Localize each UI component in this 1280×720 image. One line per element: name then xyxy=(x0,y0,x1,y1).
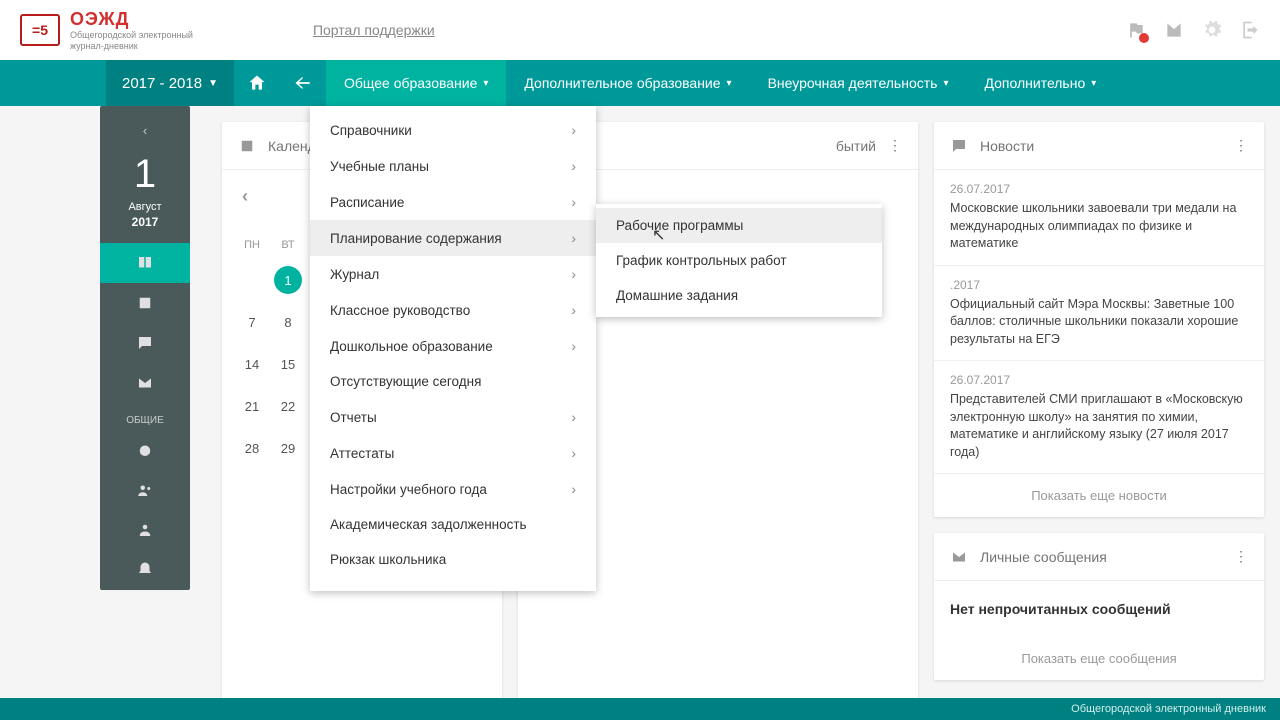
rail-tab-alarm[interactable] xyxy=(100,430,190,470)
dropdown-item[interactable]: Отсутствующие сегодня xyxy=(310,364,596,399)
rail-tab-calendar[interactable] xyxy=(100,283,190,323)
submenu-item[interactable]: График контрольных работ xyxy=(596,243,882,278)
dropdown-item[interactable]: Планирование содержания› xyxy=(310,220,596,256)
logo-title: ОЭЖД xyxy=(70,9,193,30)
cal-prev[interactable]: ‹ xyxy=(238,182,252,211)
support-portal-link[interactable]: Портал поддержки xyxy=(313,22,435,38)
rail-tab-mail[interactable] xyxy=(100,363,190,403)
submenu-item[interactable]: Рабочие программы xyxy=(596,208,882,243)
messages-more-icon[interactable]: ⋮ xyxy=(1234,548,1248,565)
alert-badge xyxy=(1139,33,1149,43)
current-date: 1 Август 2017 xyxy=(128,142,161,243)
rail-tab-chat[interactable] xyxy=(100,323,190,363)
logo-subtitle-2: журнал-дневник xyxy=(70,41,193,52)
home-button[interactable] xyxy=(234,60,280,106)
top-bar: =5 ОЭЖД Общегородской электронный журнал… xyxy=(0,0,1280,60)
submenu-item[interactable]: Домашние задания xyxy=(596,278,882,313)
messages-show-more[interactable]: Показать еще сообщения xyxy=(934,637,1264,680)
logo-subtitle-1: Общегородской электронный xyxy=(70,30,193,41)
back-button[interactable] xyxy=(280,60,326,106)
dropdown-general-education: Справочники›Учебные планы›Расписание›Пла… xyxy=(310,106,596,591)
dropdown-item[interactable]: Учебные планы› xyxy=(310,148,596,184)
news-card: Новости ⋮ 26.07.2017 Московские школьник… xyxy=(934,122,1264,517)
logo-icon: =5 xyxy=(20,14,60,46)
news-item[interactable]: 26.07.2017 Представителей СМИ приглашают… xyxy=(934,361,1264,474)
year-selector[interactable]: 2017 - 2018▼ xyxy=(106,60,234,106)
flag-icon[interactable] xyxy=(1126,20,1146,40)
nav-general-education[interactable]: Общее образование▾ xyxy=(326,60,506,106)
workspace: Календарь ‹ А ПН ВТ СР ЧТ ПТ СБ ВС 1 78 xyxy=(0,106,1280,720)
rail-tab-people[interactable] xyxy=(100,510,190,550)
footer-bar: Общегородской электронный дневник xyxy=(0,698,1280,720)
dropdown-item[interactable]: Настройки учебного года› xyxy=(310,471,596,507)
logout-icon[interactable] xyxy=(1240,20,1260,40)
dropdown-item[interactable]: Академическая задолженность xyxy=(310,507,596,542)
side-rail: ‹ 1 Август 2017 ОБЩИЕ xyxy=(100,106,190,590)
nav-additional-education[interactable]: Дополнительное образование▾ xyxy=(506,60,749,106)
settings-icon[interactable] xyxy=(1202,20,1222,40)
events-more-icon[interactable]: ⋮ xyxy=(888,137,902,154)
news-show-more[interactable]: Показать еще новости xyxy=(934,474,1264,517)
dropdown-item[interactable]: Справочники› xyxy=(310,112,596,148)
nav-extracurricular[interactable]: Внеурочная деятельность▾ xyxy=(750,60,967,106)
dropdown-item[interactable]: Расписание› xyxy=(310,184,596,220)
calendar-icon xyxy=(238,137,256,155)
rail-tab-group[interactable] xyxy=(100,470,190,510)
dropdown-item[interactable]: Аттестаты› xyxy=(310,435,596,471)
rail-tab-book[interactable] xyxy=(100,243,190,283)
news-title: Новости xyxy=(980,138,1034,154)
logo[interactable]: =5 ОЭЖД Общегородской электронный журнал… xyxy=(20,9,193,52)
nav-additional[interactable]: Дополнительно▾ xyxy=(966,60,1114,106)
news-icon xyxy=(950,137,968,155)
cursor-icon: ↖ xyxy=(652,225,665,245)
news-item[interactable]: 26.07.2017 Московские школьники завоевал… xyxy=(934,170,1264,266)
dropdown-item[interactable]: Журнал› xyxy=(310,256,596,292)
main-nav: 2017 - 2018▼ Общее образование▾ Дополнит… xyxy=(0,60,1280,106)
rail-collapse-icon[interactable]: ‹ xyxy=(100,118,190,142)
messages-title: Личные сообщения xyxy=(980,549,1107,565)
dropdown-item[interactable]: Классное руководство› xyxy=(310,292,596,328)
news-item[interactable]: .2017 Официальный сайт Мэра Москвы: Заве… xyxy=(934,266,1264,362)
dropdown-item[interactable]: Отчеты› xyxy=(310,399,596,435)
cal-day-today[interactable]: 1 xyxy=(274,266,302,294)
mail-icon[interactable] xyxy=(1164,20,1184,40)
rail-section-label: ОБЩИЕ xyxy=(126,403,164,430)
submenu-planning: Рабочие программыГрафик контрольных рабо… xyxy=(596,204,882,317)
envelope-icon xyxy=(950,548,968,566)
news-more-icon[interactable]: ⋮ xyxy=(1234,137,1248,154)
rail-tab-bell[interactable] xyxy=(100,550,190,590)
messages-empty: Нет непрочитанных сообщений xyxy=(934,581,1264,637)
messages-card: Личные сообщения ⋮ Нет непрочитанных соо… xyxy=(934,533,1264,680)
events-title-suffix: бытий xyxy=(836,138,876,154)
dropdown-item[interactable]: Дошкольное образование› xyxy=(310,328,596,364)
dropdown-item[interactable]: Рюкзак школьника xyxy=(310,542,596,577)
